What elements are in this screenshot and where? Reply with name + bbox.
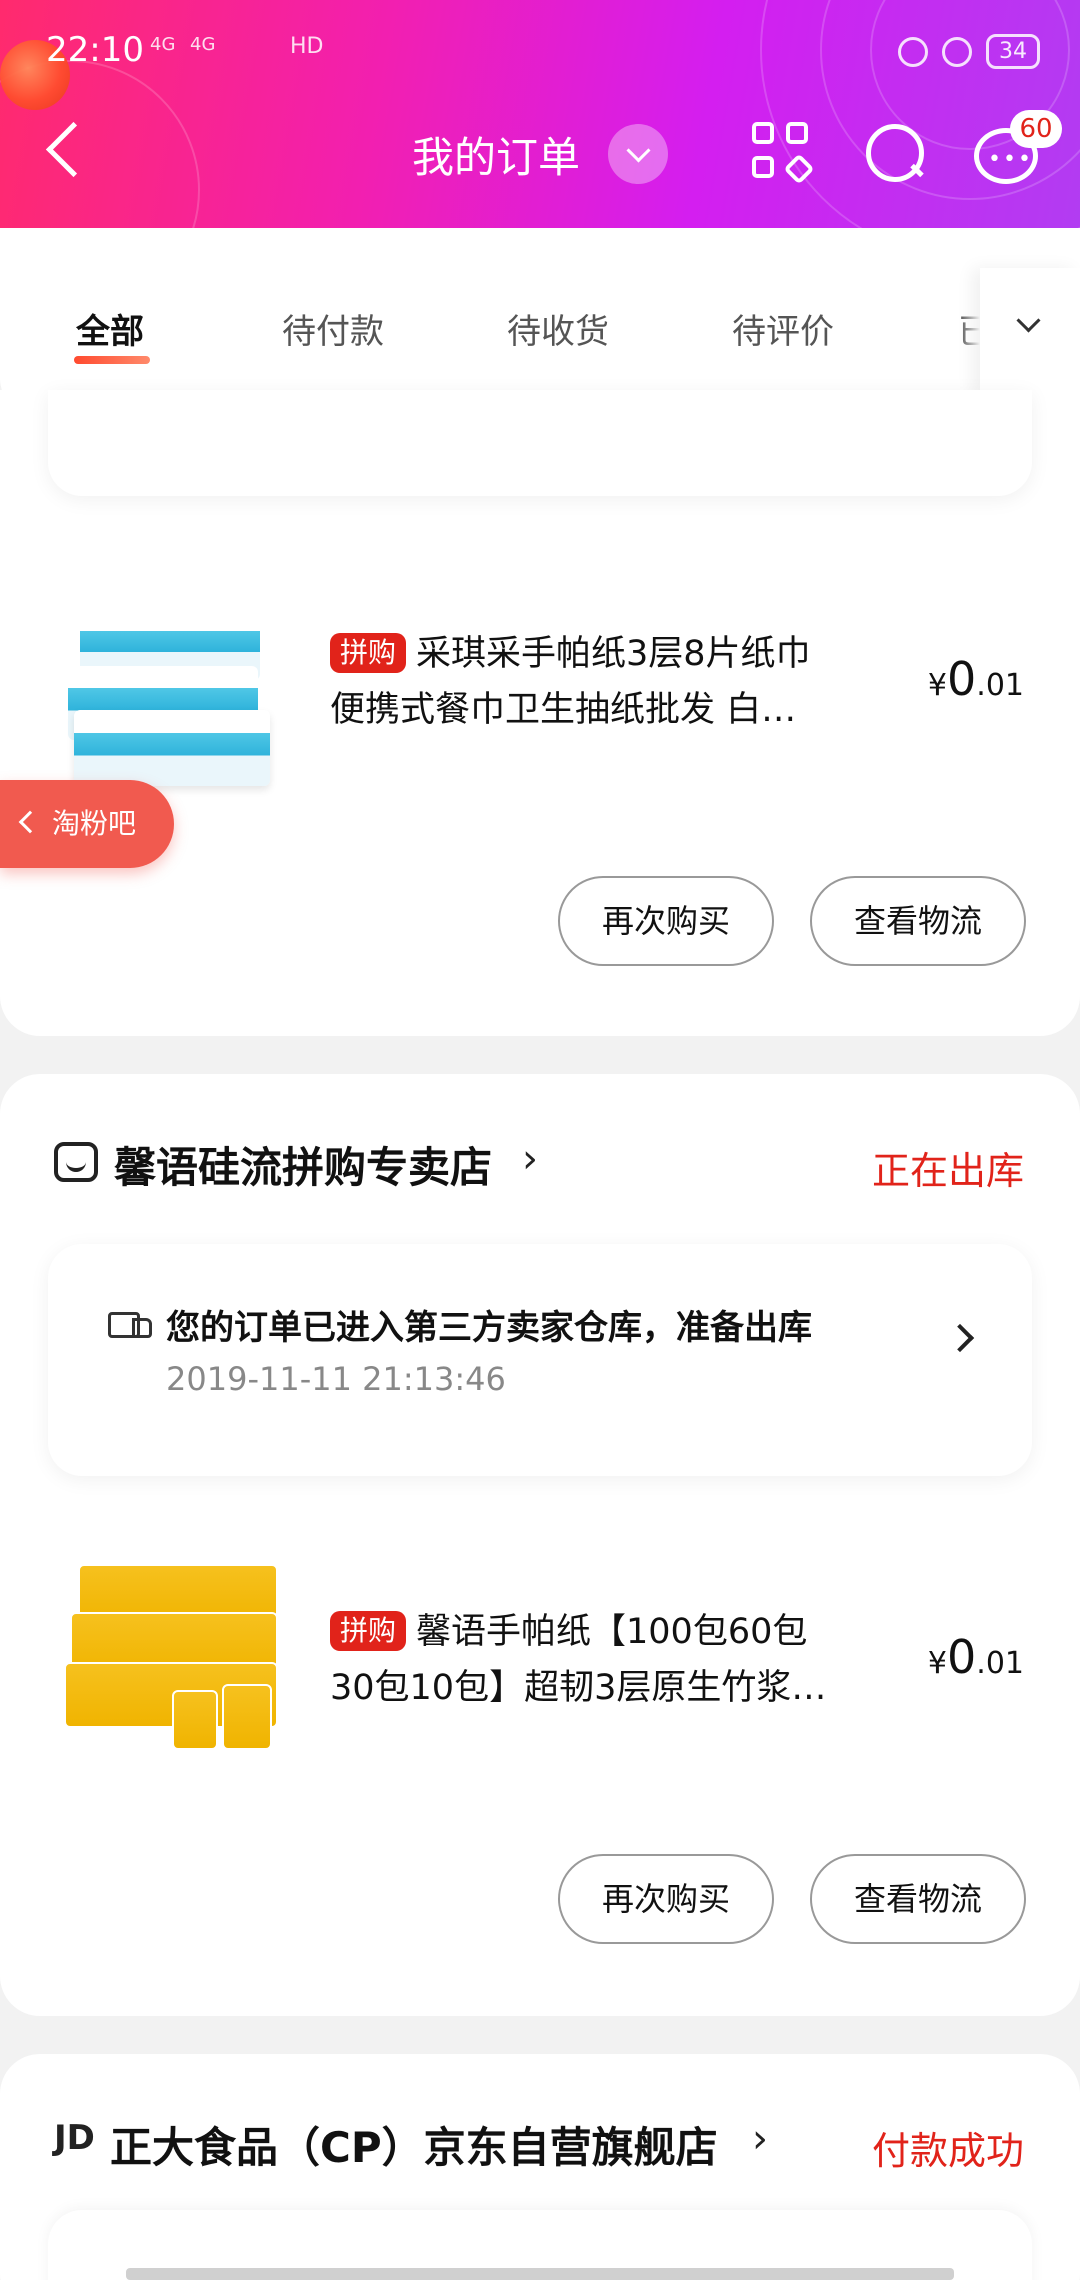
signal-4g-2: 4G (190, 34, 216, 55)
order-status: 正在出库 (871, 1149, 1024, 1193)
product-price: ¥0.01 (927, 652, 1024, 706)
group-buy-badge: 拼购 (330, 633, 407, 673)
chevron-down-icon[interactable] (608, 124, 668, 184)
signal-4g-1: 4G (150, 34, 176, 55)
store-icon (54, 1142, 98, 1182)
jd-logo: JD (54, 2118, 95, 2158)
rebuy-button[interactable]: 再次购买 (558, 1854, 774, 1944)
message-count-badge: 60 (1010, 110, 1062, 148)
search-icon[interactable] (860, 118, 930, 188)
taofenba-float-button[interactable]: 淘粉吧 (0, 780, 174, 868)
rebuy-button[interactable]: 再次购买 (558, 876, 774, 966)
chevron-right-icon[interactable]: › (522, 1136, 538, 1182)
tabs-more-dropdown-icon[interactable] (980, 268, 1080, 398)
view-logistics-button[interactable]: 查看物流 (810, 1854, 1026, 1944)
tab-pending-review[interactable]: 待评价 (732, 304, 834, 353)
tab-active-indicator (74, 356, 150, 364)
alarm-icon (942, 36, 972, 67)
chevron-left-icon (18, 810, 42, 834)
product-price: ¥0.01 (927, 1630, 1024, 1684)
tab-pending-receipt[interactable]: 待收货 (507, 304, 609, 353)
back-button[interactable] (40, 120, 100, 180)
tab-pending-payment[interactable]: 待付款 (282, 304, 384, 353)
logistics-message: 您的订单已进入第三方卖家仓库，准备出库 (166, 1308, 812, 1348)
store-name[interactable]: 正大食品（CP）京东自营旗舰店 (110, 2114, 718, 2175)
header: 22:10 4G 4G HD 34 我的订单 ••• 60 (0, 0, 1080, 228)
hd-icon: HD (290, 34, 324, 59)
product-title[interactable]: 拼购 采琪采手帕纸3层8片纸巾 便携式餐巾卫生抽纸批发 白… (330, 626, 870, 738)
product-image[interactable] (60, 1560, 290, 1760)
store-name[interactable]: 馨语硅流拼购专卖店 (114, 1134, 492, 1195)
truck-icon (108, 1310, 152, 1340)
group-buy-badge: 拼购 (330, 1611, 407, 1651)
logistics-box[interactable] (48, 390, 1032, 496)
battery-icon: 34 (986, 34, 1040, 69)
status-time: 22:10 (46, 30, 144, 70)
lock-icon (898, 36, 928, 67)
chevron-right-icon[interactable]: › (752, 2116, 768, 2162)
view-logistics-button[interactable]: 查看物流 (810, 876, 1026, 966)
category-grid-icon[interactable] (748, 118, 818, 188)
logistics-time: 2019-11-11 21:13:46 (166, 1360, 506, 1398)
product-image[interactable] (60, 600, 290, 800)
order-status: 付款成功 (871, 2129, 1024, 2173)
tab-all[interactable]: 全部 (76, 304, 144, 353)
status-bar: 22:10 4G 4G HD 34 (0, 0, 1080, 110)
page-title[interactable]: 我的订单 (412, 124, 580, 185)
product-title[interactable]: 拼购 馨语手帕纸【100包60包 30包10包】超韧3层原生竹浆… (330, 1604, 870, 1716)
